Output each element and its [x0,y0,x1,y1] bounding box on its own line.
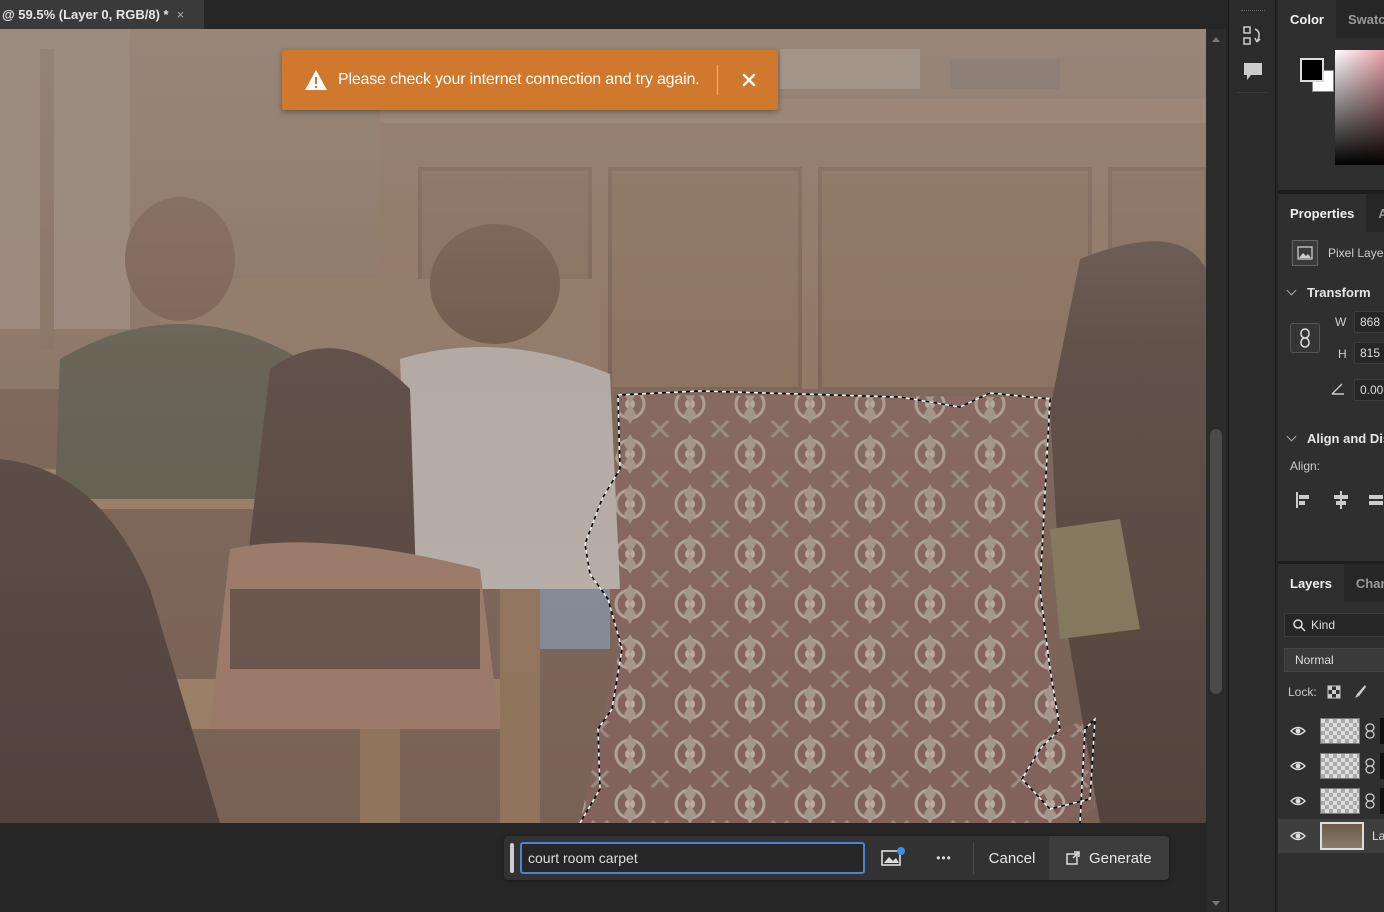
eye-icon[interactable] [1290,828,1306,844]
height-field[interactable]: 815 [1354,342,1384,364]
canvas-image [0,29,1206,823]
layer-mask-thumbnail[interactable] [1380,788,1384,814]
layer-row-generative-2[interactable] [1278,749,1384,783]
layer-kind-row: Pixel Layer [1292,240,1384,266]
align-title: Align and Distribute [1307,431,1384,446]
align-center-icon[interactable] [1331,490,1351,510]
layer-thumbnail [1320,788,1360,814]
layer-mask-thumbnail[interactable] [1380,753,1384,779]
history-icon[interactable] [1241,24,1265,48]
angle-icon [1331,383,1344,395]
color-panel-tabs: Color Swatches [1278,0,1384,38]
layer-name: La [1372,829,1384,843]
scroll-down-icon[interactable] [1212,901,1220,906]
lock-row: Lock: [1288,684,1367,700]
panel-icon-strip [1228,0,1276,912]
eye-icon[interactable] [1290,723,1306,739]
more-options-button[interactable]: ••• [928,847,960,869]
layer-kind-label: Pixel Layer [1328,246,1384,260]
align-right-icon[interactable] [1366,490,1384,510]
width-field[interactable]: 868 [1354,311,1384,333]
layer-mask-link-icon[interactable] [1364,793,1376,809]
layer-mask-thumbnail[interactable] [1380,718,1384,744]
tab-channels[interactable]: Channels [1344,564,1384,602]
lock-transparent-pixels-icon[interactable] [1327,685,1341,699]
foreground-color-swatch[interactable] [1300,58,1324,82]
cancel-button[interactable]: Cancel [982,840,1042,876]
width-label: W [1335,315,1347,329]
layer-row-layer-0[interactable]: La [1278,819,1384,853]
transform-section-header[interactable]: Transform [1286,285,1371,300]
eye-icon[interactable] [1290,758,1306,774]
scroll-up-icon[interactable] [1212,37,1220,42]
task-bar-divider [973,842,974,874]
scrollbar-thumb[interactable] [1210,429,1222,694]
document-tab-title: @ 59.5% (Layer 0, RGB/8) * [2,7,169,22]
layer-row-generative-1[interactable] [1278,784,1384,818]
filter-kind-label: Kind [1311,618,1336,632]
tab-bar [204,0,1226,29]
tab-color[interactable]: Color [1278,0,1336,38]
document-tab[interactable]: @ 59.5% (Layer 0, RGB/8) * × [0,0,204,29]
strip-grip[interactable] [1241,10,1265,13]
layer-filter-kind[interactable]: Kind [1284,613,1384,637]
toast-close-icon[interactable] [739,70,759,90]
tab-layers[interactable]: Layers [1278,564,1344,602]
layers-panel-tabs: Layers Channels [1278,564,1384,602]
layer-thumbnail [1320,718,1360,744]
warning-icon [305,70,327,90]
angle-field[interactable]: 0.00 [1354,379,1384,401]
generate-label: Generate [1089,849,1152,867]
task-bar-drag-handle[interactable] [510,843,514,873]
height-label: H [1338,347,1347,361]
contextual-task-bar: ••• Cancel Generate [504,836,1169,880]
tab-properties[interactable]: Properties [1278,194,1367,232]
canvas[interactable] [0,29,1206,823]
eye-icon[interactable] [1290,793,1306,809]
align-section-header[interactable]: Align and Distribute [1286,431,1384,446]
properties-panel-tabs: Properties Adjustments [1278,194,1384,232]
layer-mask-link-icon[interactable] [1364,758,1376,774]
generate-button[interactable]: Generate [1049,836,1169,880]
transform-title: Transform [1307,285,1371,300]
layer-row-generative-3[interactable] [1278,714,1384,748]
search-icon [1293,618,1306,632]
strip-divider [1237,92,1269,93]
photoshop-window: @ 59.5% (Layer 0, RGB/8) * × Please chec… [0,0,1384,912]
canvas-vertical-scrollbar[interactable] [1206,29,1226,912]
color-picker-field[interactable] [1335,50,1384,165]
link-icon [1300,328,1310,348]
generate-icon [1066,851,1080,865]
tab-swatches[interactable]: Swatches [1336,0,1384,38]
toast-divider [717,65,718,95]
tab-adjustments[interactable]: Adjustments [1366,194,1384,232]
chevron-down-icon [1286,285,1297,296]
blend-mode-select[interactable]: Normal [1284,648,1384,672]
pixel-layer-icon [1292,240,1318,266]
link-dimensions-button[interactable] [1290,323,1320,353]
toast-message: Please check your internet connection an… [338,71,700,88]
error-toast: Please check your internet connection an… [282,50,778,110]
chevron-down-icon [1286,431,1297,442]
layer-thumbnail [1320,753,1360,779]
document-tab-close-icon[interactable]: × [177,7,185,22]
lock-image-pixels-icon[interactable] [1351,684,1367,700]
lock-label: Lock: [1288,685,1317,699]
generative-fill-prompt-input[interactable] [520,842,865,874]
right-panel-dock: Color Swatches Properties Adjustments Pi… [1278,0,1384,912]
comments-icon[interactable] [1241,60,1265,84]
align-left-icon[interactable] [1294,490,1314,510]
layer-thumbnail [1320,822,1364,850]
reference-image-icon[interactable] [880,846,906,870]
layer-mask-link-icon[interactable] [1364,723,1376,739]
align-label: Align: [1290,459,1321,473]
